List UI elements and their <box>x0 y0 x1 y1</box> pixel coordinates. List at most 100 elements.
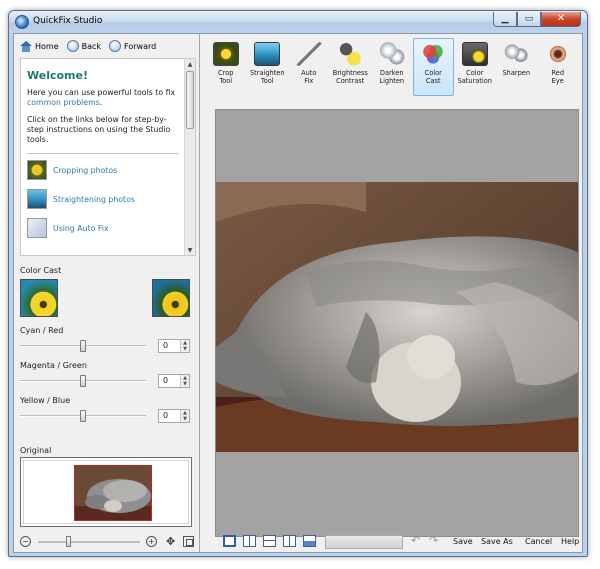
slider-thumb[interactable] <box>80 340 86 352</box>
before-after-view-icon[interactable] <box>303 535 316 547</box>
spin-arrows[interactable]: ▲ ▼ <box>180 410 189 422</box>
back-label: Back <box>81 41 102 51</box>
app-icon <box>15 15 29 29</box>
crop-tool-button[interactable]: Crop Tool <box>205 38 247 96</box>
color-cast-button[interactable]: Color Cast <box>412 38 454 96</box>
home-label: Home <box>35 41 59 51</box>
magenta-green-spinbox[interactable]: 0 ▲ ▼ <box>158 374 190 388</box>
red-eye-label: Red Eye <box>551 69 565 85</box>
color-cast-before-preview <box>20 279 58 317</box>
topic-auto-fix[interactable]: Using Auto Fix <box>27 218 179 238</box>
home-icon <box>20 40 32 52</box>
forward-label: Forward <box>124 41 157 51</box>
crop-tool-label: Crop Tool <box>218 69 234 85</box>
color-cast-after-preview <box>152 279 190 317</box>
title-bar[interactable]: QuickFix Studio ▁ ▭ ✕ <box>9 11 587 33</box>
home-button[interactable]: Home <box>20 40 59 52</box>
cyan-red-slider[interactable] <box>20 339 146 353</box>
spin-down-icon[interactable]: ▼ <box>181 346 189 352</box>
forward-arrow-icon <box>109 40 122 52</box>
slider-thumb[interactable] <box>80 375 86 387</box>
redo-icon[interactable]: ↷ <box>429 534 438 547</box>
straighten-tool-button[interactable]: Straighten Tool <box>247 38 289 96</box>
help-scrollbar[interactable]: ▲ ▼ <box>184 59 195 255</box>
forward-button[interactable]: Forward <box>109 40 156 52</box>
close-button[interactable]: ✕ <box>541 12 581 27</box>
save-as-button[interactable]: Save As <box>481 537 513 546</box>
zoom-in-icon[interactable]: + <box>146 536 157 547</box>
back-button[interactable]: Back <box>66 40 102 52</box>
color-saturation-icon <box>461 42 488 66</box>
original-label: Original <box>20 446 52 455</box>
scroll-up-arrow-icon[interactable]: ▲ <box>185 59 195 69</box>
auto-fix-button[interactable]: Auto Fix <box>288 38 330 96</box>
magenta-green-label: Magenta / Green <box>20 361 87 370</box>
save-button[interactable]: Save <box>453 537 473 546</box>
before-sunflower-image <box>21 280 57 316</box>
maximize-button[interactable]: ▭ <box>517 12 541 27</box>
magenta-green-value[interactable]: 0 <box>163 376 168 385</box>
tool-ribbon: Crop Tool Straighten Tool Auto Fix Brigh… <box>205 38 581 98</box>
side-by-side-view-icon[interactable] <box>243 535 256 547</box>
cyan-red-label: Cyan / Red <box>20 326 64 335</box>
top-bottom-view-icon[interactable] <box>263 535 276 547</box>
sharpen-icon <box>503 42 530 66</box>
single-view-icon[interactable] <box>223 535 236 547</box>
topic-cropping[interactable]: Cropping photos <box>27 160 179 180</box>
bottom-toolbar: ↶ ↷ Save Save As Cancel Help <box>215 533 581 551</box>
help-intro-end: . <box>99 98 103 107</box>
spin-arrows[interactable]: ▲ ▼ <box>180 340 189 352</box>
cancel-button[interactable]: Cancel <box>525 537 552 546</box>
topic-auto-fix-link[interactable]: Using Auto Fix <box>53 224 109 233</box>
spin-down-icon[interactable]: ▼ <box>181 416 189 422</box>
split-preview-view-icon[interactable] <box>283 535 296 547</box>
after-sunflower-image <box>153 280 189 316</box>
yellow-blue-value[interactable]: 0 <box>163 411 168 420</box>
client-area: Home Back Forward Welcome! Here you can … <box>13 33 583 553</box>
color-saturation-label: Color Saturation <box>457 69 492 85</box>
brightness-contrast-label: Brightness Contrast <box>332 69 368 85</box>
topic-straightening-link[interactable]: Straightening photos <box>53 195 135 204</box>
help-instructions: Click on the links below for step-by-ste… <box>27 115 171 144</box>
common-problems-link[interactable]: common problems <box>27 98 100 107</box>
undo-icon[interactable]: ↶ <box>411 534 420 547</box>
zoom-slider-thumb[interactable] <box>66 536 71 547</box>
topic-cropping-link[interactable]: Cropping photos <box>53 166 117 175</box>
edited-photo[interactable] <box>216 182 578 452</box>
darken-lighten-button[interactable]: Darken Lighten <box>371 38 413 96</box>
cyan-red-spinbox[interactable]: 0 ▲ ▼ <box>158 339 190 353</box>
yellow-blue-label: Yellow / Blue <box>20 396 71 405</box>
auto-fix-thumbnail-icon <box>27 218 47 238</box>
spin-down-icon[interactable]: ▼ <box>181 381 189 387</box>
slider-thumb[interactable] <box>80 410 86 422</box>
photo-canvas[interactable] <box>215 109 579 537</box>
pan-move-icon[interactable]: ✥ <box>166 535 175 548</box>
zoom-out-icon[interactable]: − <box>20 536 31 547</box>
cyan-red-value[interactable]: 0 <box>163 341 168 350</box>
straighten-tool-label: Straighten Tool <box>249 69 285 85</box>
brightness-contrast-button[interactable]: Brightness Contrast <box>330 38 372 96</box>
magenta-green-slider[interactable] <box>20 374 146 388</box>
scroll-down-arrow-icon[interactable]: ▼ <box>185 245 195 255</box>
original-thumbnail-image[interactable] <box>74 465 152 521</box>
minimize-icon: ▁ <box>501 13 509 24</box>
yellow-blue-slider[interactable] <box>20 409 146 423</box>
straighten-tool-icon <box>254 42 281 66</box>
color-saturation-button[interactable]: Color Saturation <box>454 38 496 96</box>
welcome-heading: Welcome! <box>27 69 88 82</box>
scroll-thumb[interactable] <box>186 71 194 129</box>
red-eye-button[interactable]: Red Eye <box>537 38 579 96</box>
spin-arrows[interactable]: ▲ ▼ <box>180 375 189 387</box>
help-button[interactable]: Help <box>561 537 579 546</box>
zoom-slider-track[interactable] <box>38 541 140 543</box>
original-navigator[interactable] <box>20 457 192 527</box>
yellow-blue-spinbox[interactable]: 0 ▲ ▼ <box>158 409 190 423</box>
darken-lighten-label: Darken Lighten <box>379 69 405 85</box>
topic-straightening[interactable]: Straightening photos <box>27 189 179 209</box>
help-navigation: Home Back Forward <box>16 37 196 55</box>
sharpen-button[interactable]: Sharpen <box>496 38 538 96</box>
help-content: Welcome! Here you can use powerful tools… <box>21 59 185 255</box>
minimize-button[interactable]: ▁ <box>493 12 517 27</box>
fit-to-window-icon[interactable] <box>183 536 194 547</box>
help-divider <box>27 153 179 154</box>
